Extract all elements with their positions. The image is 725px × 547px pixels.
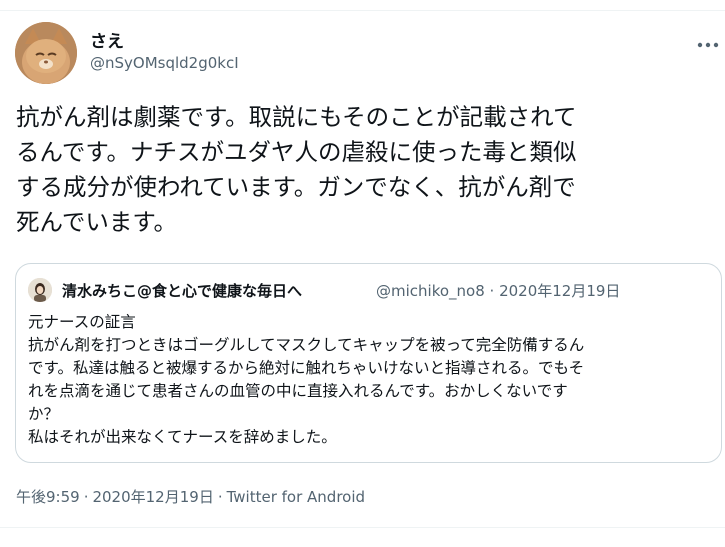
tweet-text-line: する成分が使われています。ガンでなく、抗がん剤で [16,173,576,201]
tweet-metadata: 午後9:59 · 2020年12月19日 · Twitter for Android [16,488,366,506]
quoted-text-line: 元ナースの証言 [28,313,136,331]
author-display-name[interactable]: さえ [90,27,124,52]
quoted-text: 元ナースの証言 抗がん剤を打つときはゴーグルしてマスクしてキャップを被って完全防… [28,311,718,449]
quoted-text-line: 抗がん剤を打つときはゴーグルしてマスクしてキャップを被って完全防備するん [28,336,585,354]
tweet-text-line: 抗がん剤は劇薬です。取説にもそのことが記載されて [16,103,577,131]
quoted-text-line: です。私達は触ると被爆するから絶対に触れちゃいけないと指導される。でもそ [28,359,585,377]
tweet-text-line: 死んでいます。 [16,208,177,236]
quoted-display-name: 清水みちこ@食と心で健康な毎日へ [62,282,303,300]
quoted-date: 2020年12月19日 [499,282,621,300]
tweet-text-line: るんです。ナチスがユダヤ人の虐殺に使った毒と類似 [16,138,577,166]
quoted-tweet[interactable]: 清水みちこ@食と心で健康な毎日へ @michiko_no8 · 2020年12月… [15,263,722,463]
top-divider [0,10,725,11]
more-horizontal-icon[interactable] [697,34,719,48]
quoted-text-line: か？ [28,405,60,423]
bottom-divider [0,527,725,528]
quoted-text-line: 私はそれが出来なくてナースを辞めました。 [28,428,337,446]
quoted-handle: @michiko_no8 [376,282,485,300]
quoted-meta: @michiko_no8 · 2020年12月19日 [376,282,621,300]
tweet-date[interactable]: 2020年12月19日 [92,488,213,506]
author-avatar[interactable] [15,22,77,84]
tweet-time[interactable]: 午後9:59 [16,488,80,506]
quoted-text-line: れを点滴を通じて患者さんの血管の中に直接入れるんです。おかしくないです [28,382,568,400]
author-handle[interactable]: @nSyOMsqld2g0kcI [90,54,239,72]
quoted-author-avatar [28,278,52,302]
tweet-text: 抗がん剤は劇薬です。取説にもそのことが記載されて るんです。ナチスがユダヤ人の虐… [16,100,721,240]
tweet: さえ @nSyOMsqld2g0kcI 抗がん剤は劇薬です。取説にもそのことが記… [0,0,725,547]
tweet-source[interactable]: Twitter for Android [227,488,365,506]
